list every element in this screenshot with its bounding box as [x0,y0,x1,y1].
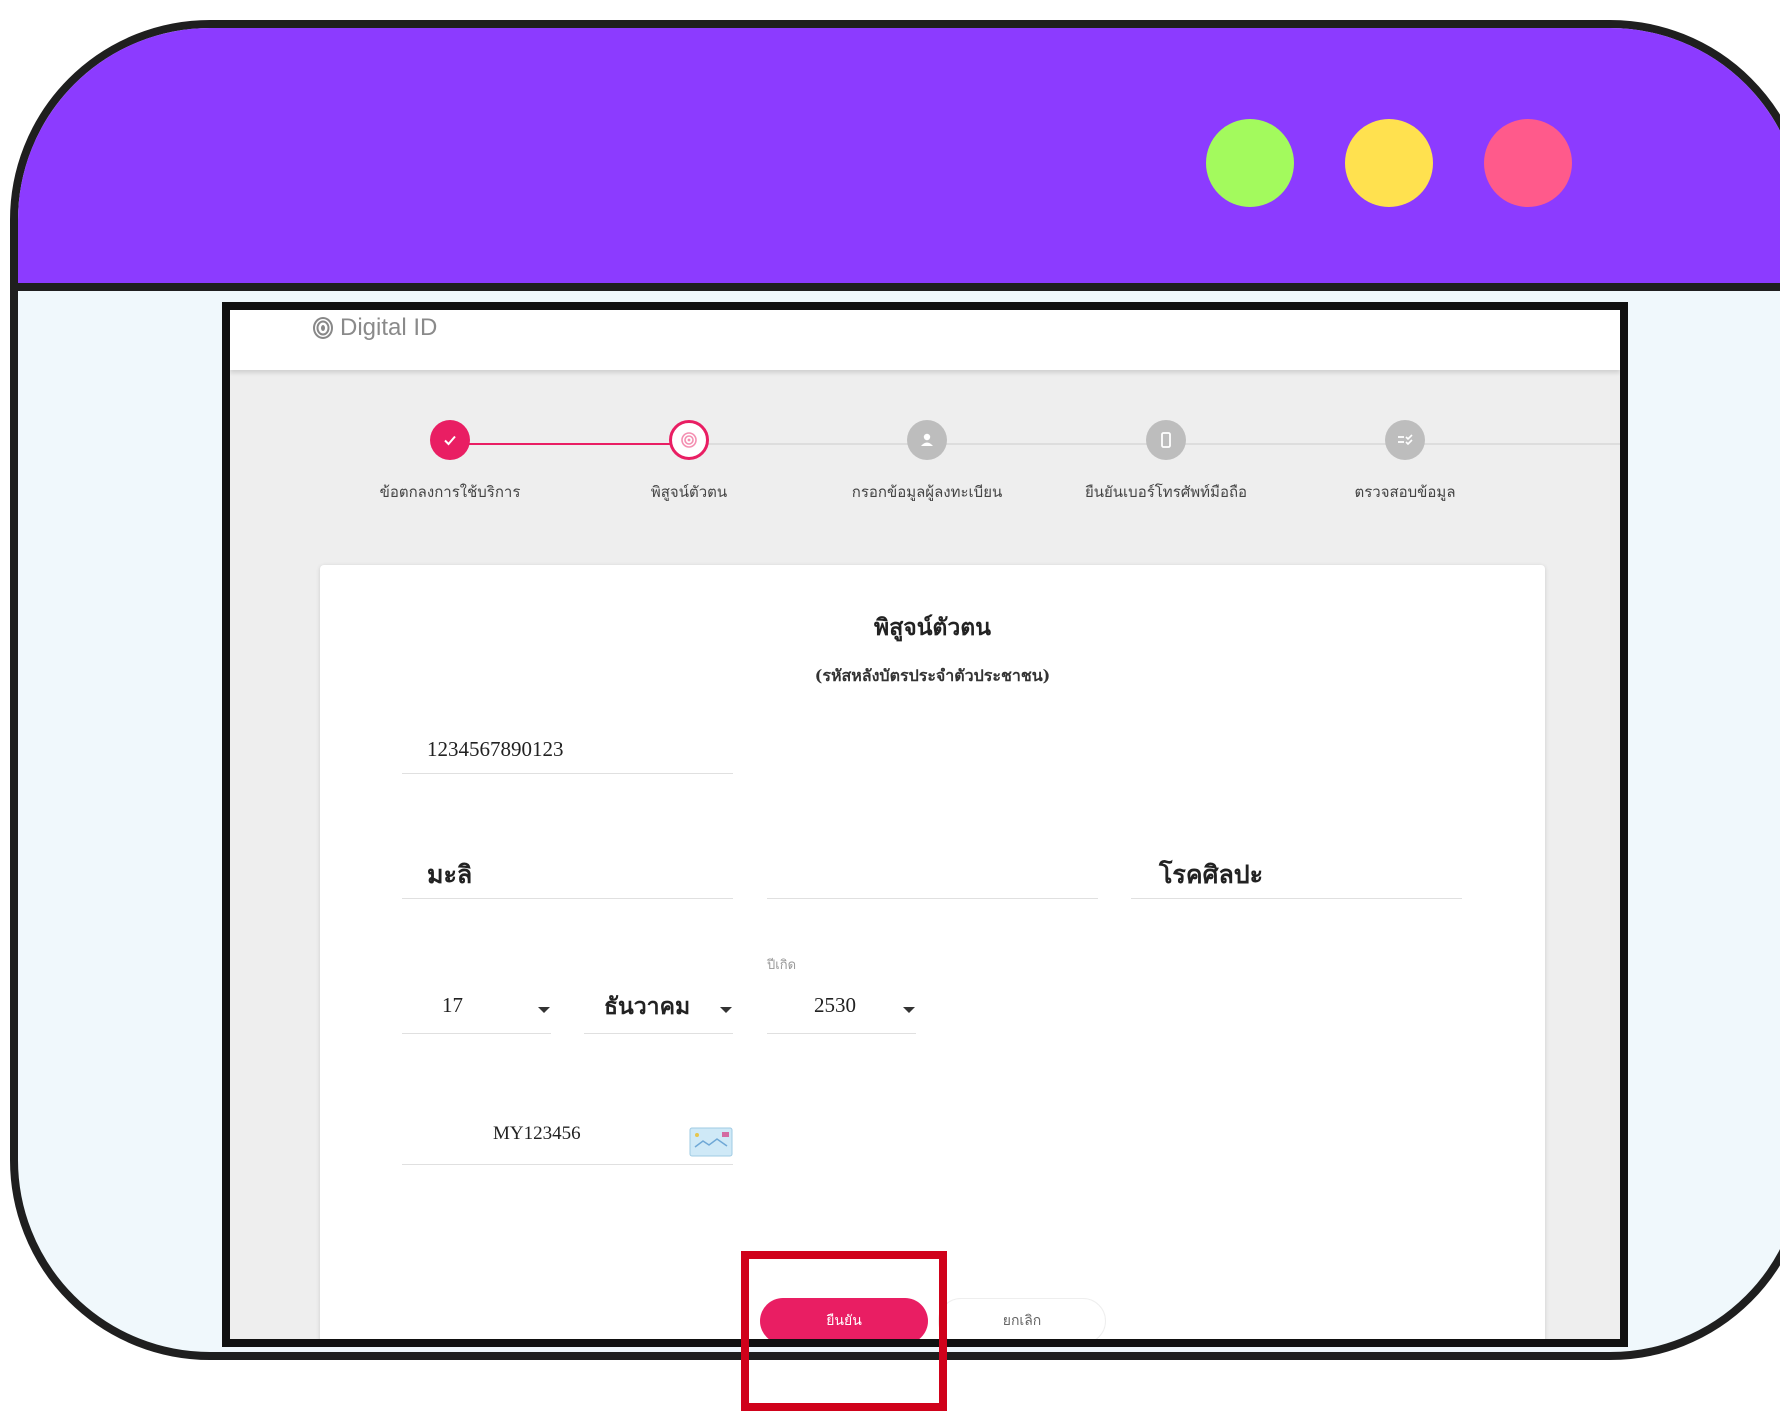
app-screenshot: Digital ID ข้อตกลงการใช้บริการ พิสูจน์ตั… [222,302,1628,1347]
pink-window-dot[interactable] [1484,119,1572,207]
step-verify-identity[interactable]: พิสูจน์ตัวตน [569,420,809,504]
step-fill-info[interactable]: กรอกข้อมูลผู้ลงทะเบียน [807,420,1047,504]
fingerprint-icon [681,432,697,448]
fingerprint-icon [313,317,333,339]
laser-code-field[interactable]: MY123456 [402,1120,733,1165]
birth-month-value: ธันวาคม [604,994,691,1019]
identity-form-card: พิสูจน์ตัวตน (รหัสหลังบัตรประจำตัวประชาช… [320,565,1545,1339]
chevron-down-icon [903,1007,915,1013]
birth-year-value: 2530 [814,993,856,1017]
step-verify-phone[interactable]: ยืนยันเบอร์โทรศัพท์มือถือ [1046,420,1286,504]
step-label: ยืนยันเบอร์โทรศัพท์มือถือ [1084,483,1248,501]
check-icon [444,435,456,446]
step-circle-pending [907,420,947,460]
confirm-highlight-box [741,1251,947,1411]
step-terms[interactable]: ข้อตกลงการใช้บริการ [330,420,570,504]
chevron-down-icon [720,1007,732,1013]
step-label: กรอกข้อมูลผู้ลงทะเบียน [851,483,1003,501]
id-card-icon[interactable] [689,1127,733,1157]
chevron-down-icon [538,1007,550,1013]
yellow-window-dot[interactable] [1345,119,1433,207]
app-header: Digital ID [230,310,1620,370]
step-circle-done [430,420,470,460]
laser-code-value: MY123456 [493,1123,581,1144]
step-label: ข้อตกลงการใช้บริการ [379,483,521,501]
step-circle-pending [1385,420,1425,460]
step-label: พิสูจน์ตัวตน [650,483,728,501]
app-logo[interactable]: Digital ID [312,314,437,342]
checklist-icon [1398,434,1413,446]
first-name-field[interactable]: มะลิ [402,835,733,899]
step-circle-pending [1146,420,1186,460]
middle-name-field[interactable] [767,835,1098,899]
last-name-field[interactable]: โรคศิลปะ [1131,835,1462,899]
person-icon [921,433,933,446]
green-window-dot[interactable] [1206,119,1294,207]
form-subtitle: (รหัสหลังบัตรประจำตัวประชาชน) [814,666,1051,685]
id-number-value: 1234567890123 [427,737,564,761]
first-name-value: มะลิ [427,862,473,889]
birth-year-select[interactable]: 2530 [767,977,916,1034]
birth-year-label: ปีเกิด [767,958,797,973]
logo-text: Digital ID [340,314,438,341]
window-title-bar [18,28,1780,291]
last-name-value: โรคศิลปะ [1159,862,1264,889]
step-circle-current [669,420,709,460]
step-review[interactable]: ตรวจสอบข้อมูล [1285,420,1525,504]
form-title: พิสูจน์ตัวตน [874,614,991,641]
birth-day-value: 17 [442,993,463,1017]
cancel-button[interactable]: ยกเลิก [938,1298,1106,1339]
phone-icon [1161,432,1171,448]
birth-day-select[interactable]: 17 [402,977,551,1034]
id-number-field[interactable]: 1234567890123 [402,715,733,774]
step-label: ตรวจสอบข้อมูล [1354,483,1456,501]
birth-month-select[interactable]: ธันวาคม [584,977,733,1034]
